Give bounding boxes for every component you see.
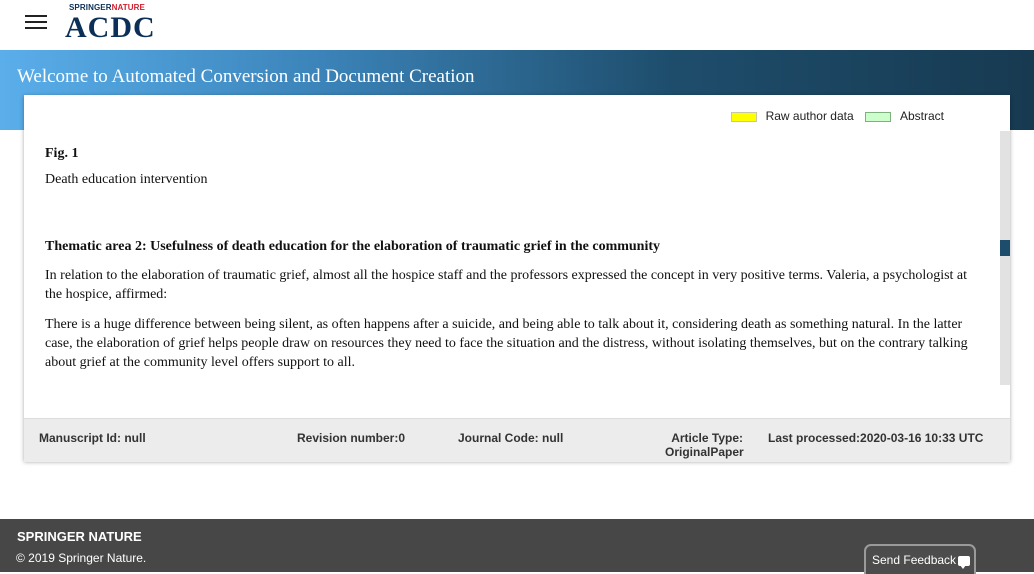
scrollbar-thumb[interactable] (1000, 240, 1010, 256)
figure-caption: Death education intervention (45, 172, 208, 187)
legend-swatch-yellow (730, 111, 757, 122)
send-feedback-label: Send Feedback (872, 553, 957, 567)
section-heading: Thematic area 2: Usefulness of death edu… (45, 239, 661, 254)
revision-number: Revision number:0 (297, 431, 406, 445)
send-feedback-button[interactable]: Send Feedback (864, 544, 976, 574)
chat-icon (958, 555, 971, 569)
legend-swatch-green (864, 111, 891, 122)
page-title: Welcome to Automated Conversion and Docu… (17, 66, 475, 87)
site-footer: SPRINGER NATURE © 2019 Springer Nature. … (0, 519, 1034, 574)
figure-label: Fig. 1 (45, 146, 79, 161)
article-type: Article Type: OriginalPaper (665, 431, 744, 459)
last-processed: Last processed:2020-03-16 10:33 UTC (768, 431, 984, 445)
document-content: Fig. 1 Death education intervention Them… (24, 131, 1000, 385)
document-card: Raw author data Abstract Fig. 1 Death ed… (24, 95, 1010, 462)
metadata-bar: Manuscript Id: null Revision number:0 Jo… (24, 418, 1010, 462)
paragraph: In relation to the elaboration of trauma… (45, 268, 968, 302)
manuscript-id: Manuscript Id: null (39, 431, 146, 445)
scrollbar[interactable] (1000, 131, 1010, 385)
legend-item-raw-author-data: Raw author data (730, 109, 854, 123)
footer-brand: SPRINGER NATURE (17, 529, 142, 544)
journal-code: Journal Code: null (458, 431, 564, 445)
copyright: © 2019 Springer Nature. (16, 551, 147, 565)
legend-item-abstract: Abstract (864, 109, 944, 123)
top-bar: SPRINGERNATURE ACDC (0, 0, 1034, 50)
legend: Raw author data Abstract (723, 109, 944, 123)
quote-paragraph: There is a huge difference between being… (45, 317, 968, 370)
hamburger-icon[interactable] (25, 15, 47, 33)
acdc-logo[interactable]: ACDC (65, 11, 156, 45)
